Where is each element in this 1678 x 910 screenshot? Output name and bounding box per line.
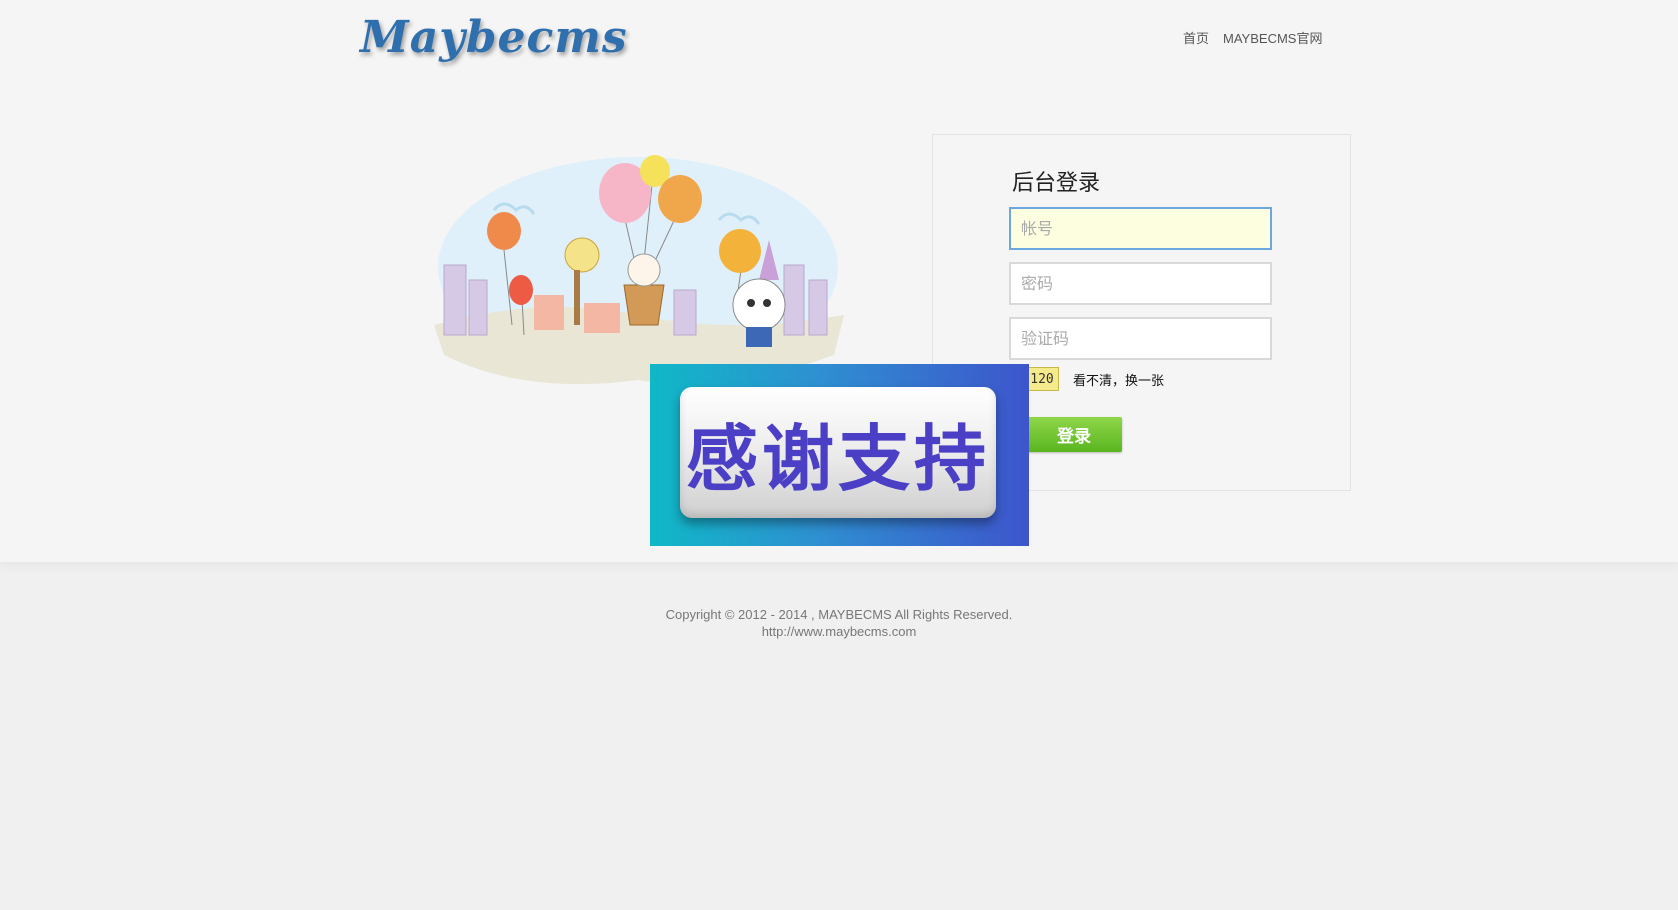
- top-nav: 首页 MAYBECMS官网: [1183, 28, 1322, 47]
- site-logo[interactable]: Maybecms: [360, 12, 628, 63]
- captcha-image[interactable]: 120: [1025, 367, 1059, 391]
- captcha-input[interactable]: [1009, 317, 1272, 360]
- balloon-city-illustration: [434, 155, 844, 385]
- footer-url[interactable]: http://www.maybecms.com: [0, 623, 1678, 640]
- copyright-text: Copyright © 2012 - 2014 , MAYBECMS All R…: [665, 607, 1013, 622]
- captcha-row: 120 看不清，换一张: [1025, 367, 1164, 391]
- password-input[interactable]: [1009, 262, 1272, 305]
- login-button[interactable]: 登录: [1026, 417, 1122, 452]
- username-input[interactable]: [1009, 207, 1272, 250]
- refresh-captcha-link[interactable]: 看不清，换一张: [1073, 370, 1164, 389]
- thanks-text: 感谢支持: [685, 417, 990, 501]
- nav-official-site-link[interactable]: MAYBECMS官网: [1223, 28, 1322, 47]
- thanks-banner-overlay: 感谢支持: [650, 364, 1029, 546]
- login-title: 后台登录: [1012, 171, 1101, 196]
- thanks-banner-plate: 感谢支持: [680, 387, 996, 518]
- nav-home-link[interactable]: 首页: [1183, 28, 1209, 47]
- footer: Copyright © 2012 - 2014 , MAYBECMS All R…: [0, 606, 1678, 640]
